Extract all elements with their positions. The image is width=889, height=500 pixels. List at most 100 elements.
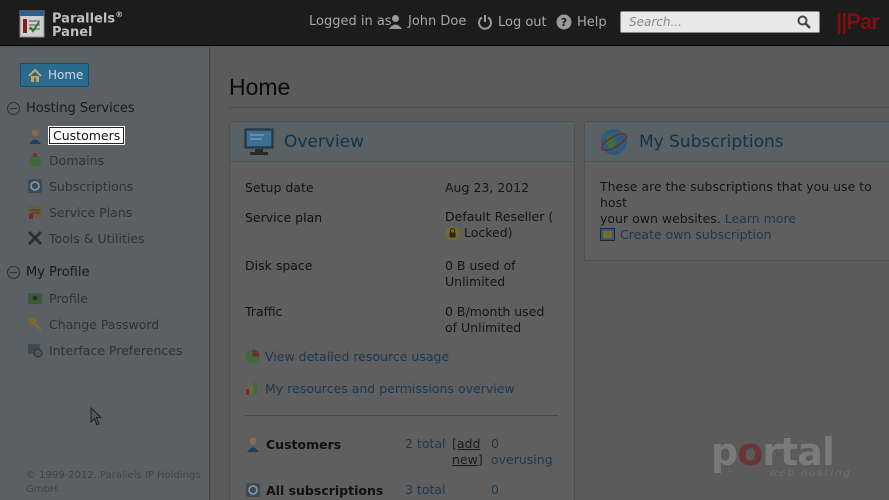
subscriptions-title: My Subscriptions [639,131,784,152]
parallels-panel-logo[interactable]: Parallels® Panel [18,8,123,40]
sidebar-item-customers[interactable]: Customers [27,126,126,145]
mouse-cursor-icon [90,407,103,426]
resource-usage-link[interactable]: View detailed resource usage [245,349,449,364]
section-my-profile[interactable]: My Profile [7,265,89,280]
profile-icon [28,293,42,304]
traffic-value: 0 B/month used of Unlimited [445,304,544,336]
help-button[interactable]: ? Help [556,14,607,30]
domains-icon [29,153,41,167]
sidebar-item-label: Profile [49,290,88,306]
collapse-icon[interactable] [7,266,20,279]
copyright: © 1999-2012. Parallels IP Holdings GmbH. [26,469,206,497]
overview-divider [245,415,558,416]
logo-reg: ® [115,10,124,19]
user-link[interactable]: John Doe [388,14,466,29]
search-placeholder: Search... [629,15,682,29]
service-plan-label: Service plan [245,210,323,225]
customer-icon [29,129,41,144]
sidebar-item-subscriptions[interactable]: Subscriptions [27,178,133,194]
section-hosting-services[interactable]: Hosting Services [7,101,135,116]
help-icon: ? [556,14,572,30]
tools-icon [27,230,43,246]
permissions-overview-link[interactable]: My resources and permissions overview [245,381,515,396]
service-plan-line2: Locked) [464,225,513,240]
create-own-subscription-link[interactable]: Create own subscription [600,227,772,242]
preferences-icon [28,344,43,358]
home-label: Home [48,68,84,82]
customers-total-link[interactable]: 2 total [405,436,446,452]
disk-space-value: 0 B used of Unlimited [445,258,516,290]
traffic-label: Traffic [245,304,283,319]
learn-more-link[interactable]: Learn more [725,211,796,226]
all-subscriptions-total-link[interactable]: 3 total [405,482,446,498]
subscriptions-desc-line2: your own websites. [600,211,721,226]
overusing-label: overusing [491,452,553,467]
subscriptions-description: These are the subscriptions that you use… [600,179,889,227]
key-icon [28,317,42,331]
logo-text: Parallels® Panel [52,8,123,40]
customers-summary-label: Customers [245,436,341,452]
overview-header: Overview [230,122,574,162]
service-plan-line1: Default Reseller ( [445,209,554,224]
service-plan-line2-wrap: Locked) [445,225,553,241]
subscriptions-header: My Subscriptions [585,122,889,162]
logged-in-label: Logged in as [309,14,392,29]
pie-chart-icon [245,349,260,364]
watermark-o: o [737,430,763,474]
customer-icon [247,437,259,452]
overusing-count: 0 [491,436,499,451]
overusing-customers-link[interactable]: 0 overusing [491,436,553,468]
title-divider [229,107,889,108]
collapse-icon[interactable] [7,102,20,115]
user-name: John Doe [408,14,467,29]
logout-button[interactable]: Log out [477,14,547,30]
top-bar: Parallels® Panel Logged in as John Doe L… [0,0,889,46]
watermark-p: p [711,430,738,474]
logout-label: Log out [498,14,547,30]
disk-space-label: Disk space [245,258,313,273]
setup-date-label: Setup date [245,180,314,195]
sidebar: Home Hosting Services Customers Domains … [0,47,210,500]
sidebar-item-label: Customers [47,126,126,145]
monitor-icon [244,128,274,155]
house-icon [28,68,42,82]
sidebar-item-profile[interactable]: Profile [27,290,88,306]
logo-line2: Panel [52,25,93,41]
bar-chart-icon [246,382,257,395]
page-title: Home [229,74,291,100]
traffic-line1: 0 B/month used [445,304,545,319]
sidebar-item-label: Tools & Utilities [49,230,145,246]
main-content: Home Overview Setup date Aug 23, 2012 Se… [211,47,889,500]
home-button[interactable]: Home [20,63,89,87]
add-new-line2: new] [452,452,483,467]
power-icon [478,15,492,30]
traffic-line2: of Unlimited [445,320,522,335]
service-plans-icon [28,206,42,219]
my-subscriptions-panel: My Subscriptions These are the subscript… [584,121,889,261]
create-own-subscription-label: Create own subscription [620,227,772,242]
logged-in-as: Logged in as [309,14,392,29]
sidebar-item-label: Service Plans [49,204,133,220]
all-subscriptions-count-link[interactable]: 0 [491,482,499,498]
add-new-customer-link[interactable]: [add new] [452,436,483,468]
overview-panel: Overview Setup date Aug 23, 2012 Service… [229,121,575,500]
create-subscription-icon [600,228,615,241]
search-input[interactable]: Search... [620,11,820,33]
parallels-logo-icon [19,10,45,38]
search-icon[interactable] [797,15,811,29]
permissions-overview-label: My resources and permissions overview [265,381,515,396]
all-subscriptions-summary-label: All subscriptions [245,482,383,498]
sidebar-item-change-password[interactable]: Change Password [27,316,159,332]
customers-label: Customers [266,436,342,452]
sidebar-item-service-plans[interactable]: Service Plans [27,204,132,220]
subscriptions-icon [246,483,260,497]
subscriptions-desc-line1: These are the subscriptions that you use… [600,179,872,210]
resource-usage-label: View detailed resource usage [265,349,450,364]
section-title: Hosting Services [26,101,135,116]
add-new-line1: [add [452,436,481,451]
sidebar-item-tools-utilities[interactable]: Tools & Utilities [27,230,145,246]
logo-line1: Parallels [52,11,116,27]
parallels-brand-mark: ||Par [836,9,880,34]
sidebar-item-domains[interactable]: Domains [27,152,104,168]
sidebar-item-interface-preferences[interactable]: Interface Preferences [27,342,182,358]
